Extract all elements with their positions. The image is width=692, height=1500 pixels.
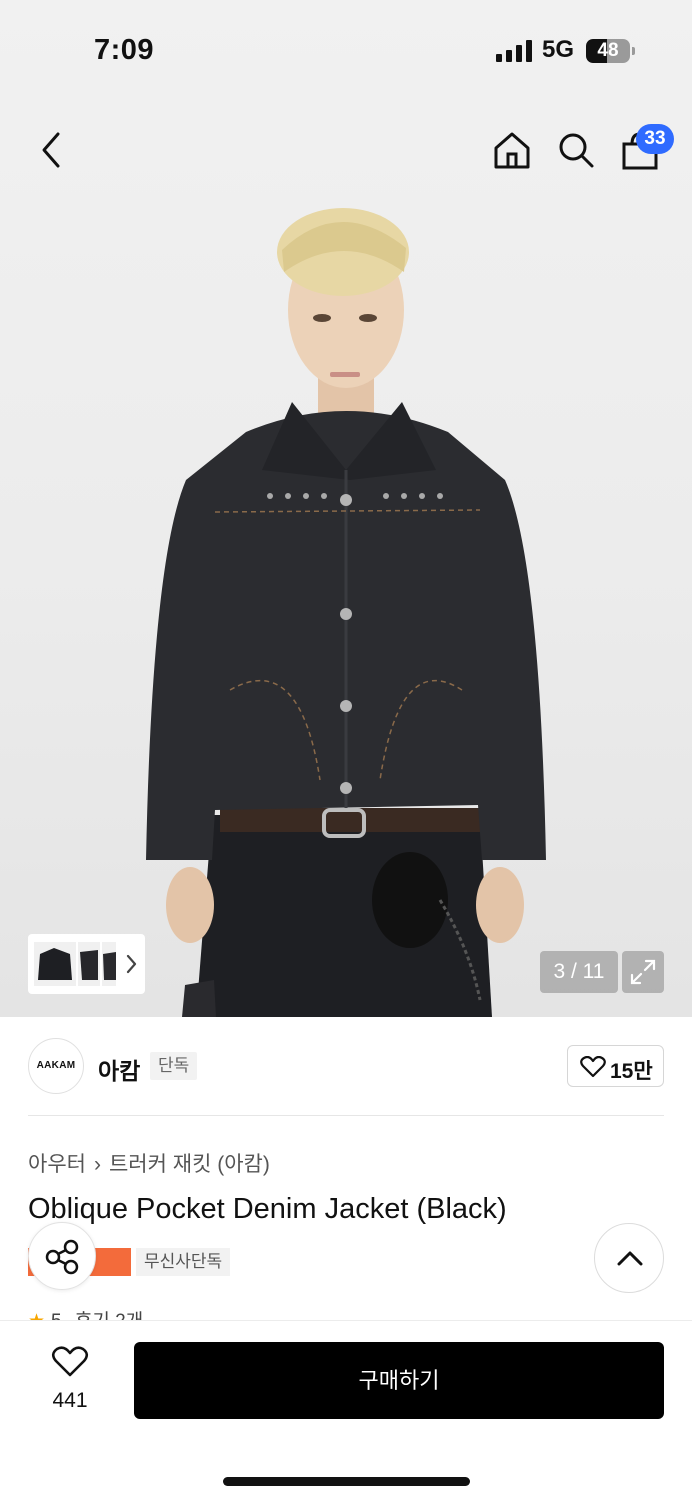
- breadcrumb-subcategory[interactable]: 트러커 재킷 (아캄): [109, 1153, 270, 1176]
- rating-value: 5: [51, 1311, 62, 1320]
- home-indicator: [223, 1477, 470, 1486]
- star-icon: ★: [28, 1311, 45, 1320]
- battery-level: 48: [597, 40, 619, 61]
- brand-like-count: 15만: [610, 1060, 653, 1083]
- scroll-top-button[interactable]: [594, 1223, 664, 1293]
- expand-button[interactable]: [622, 951, 664, 993]
- divider: [28, 1115, 664, 1116]
- battery-icon: 48: [586, 39, 630, 63]
- network-type: 5G: [542, 36, 575, 63]
- share-button[interactable]: [28, 1222, 96, 1290]
- status-bar: 7:09 5G 48: [0, 0, 692, 100]
- signal-icon: [496, 40, 532, 62]
- breadcrumb-category[interactable]: 아우터: [28, 1153, 86, 1176]
- image-counter: 3 / 11: [540, 951, 618, 993]
- product-page: 7:09 5G 48 33 3 / 11 AAKAM 아캄 단독 15만 아우터…: [0, 0, 692, 1500]
- share-icon: [45, 1239, 79, 1275]
- thumbnail-images: [34, 942, 137, 986]
- wishlist-button[interactable]: 441: [40, 1346, 100, 1413]
- expand-icon: [630, 959, 656, 985]
- brand-exclusive-tag: 단독: [150, 1052, 198, 1080]
- status-time: 7:09: [94, 34, 155, 66]
- buy-button[interactable]: 구매하기: [134, 1342, 664, 1419]
- breadcrumb: 아우터 › 트러커 재킷 (아캄): [28, 1148, 270, 1178]
- breadcrumb-separator-icon: ›: [93, 1153, 101, 1176]
- brand-logo[interactable]: AAKAM: [28, 1038, 84, 1094]
- review-summary[interactable]: ★ 5 후기 2개: [28, 1306, 143, 1320]
- chevron-up-icon: [617, 1251, 643, 1266]
- battery-tip: [632, 47, 635, 55]
- product-title: Oblique Pocket Denim Jacket (Black): [28, 1193, 507, 1225]
- cart-count-badge: 33: [636, 124, 674, 154]
- back-icon[interactable]: [36, 130, 66, 170]
- wishlist-count: 441: [52, 1389, 88, 1412]
- heart-icon: [580, 1056, 606, 1078]
- search-icon[interactable]: [556, 130, 596, 170]
- exclusive-badge: 무신사단독: [136, 1248, 231, 1276]
- chevron-right-icon: [126, 954, 137, 974]
- brand-name[interactable]: 아캄: [98, 1052, 140, 1086]
- heart-icon: [51, 1346, 89, 1377]
- thumbnail-strip[interactable]: [28, 934, 145, 994]
- home-icon[interactable]: [492, 130, 532, 170]
- brand-like-button[interactable]: 15만: [567, 1045, 664, 1087]
- review-count: 후기 2개: [75, 1311, 143, 1320]
